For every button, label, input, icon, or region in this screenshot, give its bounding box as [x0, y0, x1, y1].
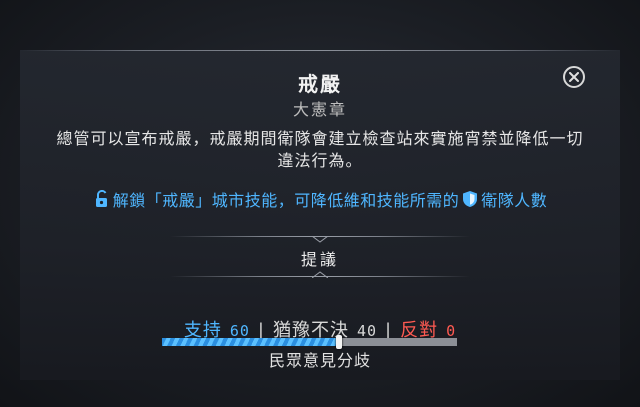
unlock-text-prefix: 解鎖「戒嚴」城市技能，可降低維和技能所需的 — [112, 191, 460, 210]
unlock-info: 解鎖「戒嚴」城市技能，可降低維和技能所需的 衛隊人數 — [0, 187, 640, 211]
opinion-bar-neutral — [339, 338, 457, 346]
unlock-text-suffix: 衛隊人數 — [481, 191, 548, 210]
dialog-title: 戒嚴 — [298, 72, 342, 96]
shield-icon — [461, 190, 479, 208]
opinion-bar-support — [162, 338, 339, 346]
divider-notch-top — [312, 236, 328, 243]
dialog-subtitle: 大憲章 — [292, 100, 347, 119]
dialog-description: 總管可以宣布戒嚴，戒嚴期間衛隊會建立檢查站來實施宵禁並降低一切違法行為。 — [56, 129, 584, 170]
divider-notch-bottom — [312, 271, 328, 278]
unlock-icon — [93, 190, 111, 208]
proposal-label: 提議 — [300, 250, 339, 269]
opinion-bar — [162, 335, 457, 349]
opinion-caption: 民眾意見分歧 — [268, 351, 371, 370]
